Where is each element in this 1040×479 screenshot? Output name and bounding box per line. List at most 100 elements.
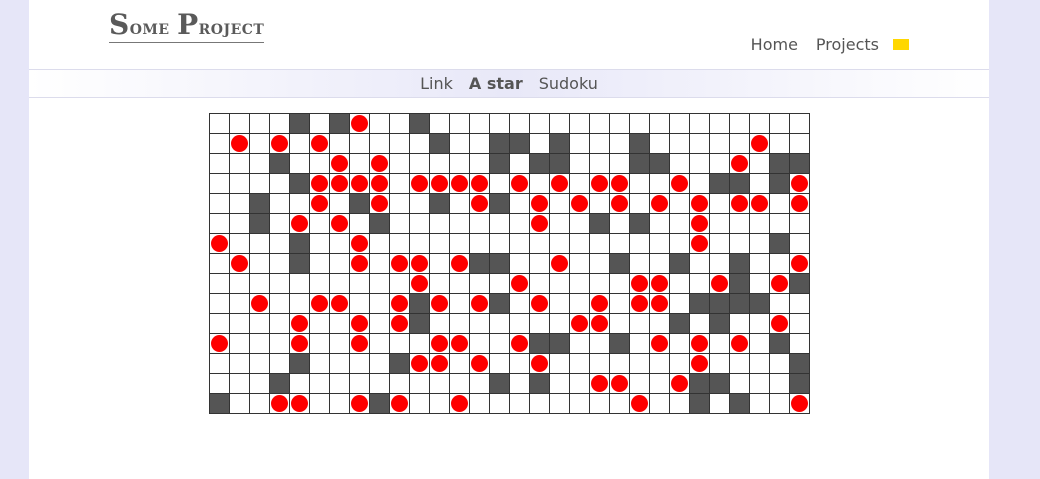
grid-cell-wall[interactable] [790,354,810,374]
grid-cell-empty[interactable] [750,254,770,274]
grid-cell-path[interactable] [790,174,810,194]
grid-cell-wall[interactable] [490,254,510,274]
grid-cell-empty[interactable] [510,314,530,334]
grid-cell-path[interactable] [610,194,630,214]
grid-cell-path[interactable] [350,254,370,274]
grid-cell-wall[interactable] [590,214,610,234]
grid-cell-empty[interactable] [550,354,570,374]
grid-cell-path[interactable] [330,294,350,314]
grid-cell-wall[interactable] [770,234,790,254]
grid-cell-empty[interactable] [510,254,530,274]
grid-cell-wall[interactable] [430,134,450,154]
grid-cell-path[interactable] [730,154,750,174]
grid-cell-empty[interactable] [330,254,350,274]
grid-cell-path[interactable] [650,194,670,214]
grid-cell-empty[interactable] [250,334,270,354]
grid-cell-wall[interactable] [490,194,510,214]
grid-cell-path[interactable] [470,354,490,374]
grid-cell-empty[interactable] [230,274,250,294]
grid-cell-empty[interactable] [550,294,570,314]
grid-cell-empty[interactable] [650,314,670,334]
grid-cell-wall[interactable] [710,174,730,194]
grid-cell-empty[interactable] [530,134,550,154]
grid-cell-path[interactable] [270,134,290,154]
grid-cell-wall[interactable] [770,174,790,194]
grid-cell-empty[interactable] [750,174,770,194]
grid-cell-empty[interactable] [210,134,230,154]
grid-cell-wall[interactable] [490,154,510,174]
grid-cell-wall[interactable] [250,194,270,214]
grid-cell-empty[interactable] [250,314,270,334]
grid-cell-path[interactable] [450,334,470,354]
grid-cell-empty[interactable] [390,174,410,194]
grid-cell-empty[interactable] [670,294,690,314]
grid-cell-empty[interactable] [390,194,410,214]
grid-cell-empty[interactable] [450,354,470,374]
grid-cell-empty[interactable] [270,354,290,374]
grid-cell-wall[interactable] [370,394,390,414]
grid-cell-empty[interactable] [710,114,730,134]
grid-cell-empty[interactable] [410,394,430,414]
grid-cell-path[interactable] [750,194,770,214]
grid-cell-empty[interactable] [650,174,670,194]
grid-cell-empty[interactable] [590,234,610,254]
subnav-link[interactable]: Link [420,74,453,93]
grid-cell-wall[interactable] [670,254,690,274]
grid-cell-empty[interactable] [330,334,350,354]
grid-cell-wall[interactable] [630,134,650,154]
grid-cell-empty[interactable] [730,354,750,374]
grid-cell-empty[interactable] [370,374,390,394]
grid-cell-empty[interactable] [230,334,250,354]
grid-cell-path[interactable] [310,174,330,194]
grid-cell-empty[interactable] [390,154,410,174]
grid-cell-empty[interactable] [350,374,370,394]
grid-cell-path[interactable] [430,174,450,194]
grid-cell-path[interactable] [610,374,630,394]
grid-cell-wall[interactable] [490,134,510,154]
grid-cell-empty[interactable] [750,374,770,394]
grid-cell-path[interactable] [310,194,330,214]
grid-cell-wall[interactable] [210,394,230,414]
grid-cell-empty[interactable] [630,334,650,354]
grid-cell-empty[interactable] [610,294,630,314]
grid-cell-path[interactable] [670,174,690,194]
grid-cell-empty[interactable] [450,234,470,254]
grid-cell-wall[interactable] [330,114,350,134]
grid-cell-path[interactable] [350,234,370,254]
grid-cell-empty[interactable] [310,214,330,234]
grid-cell-path[interactable] [510,174,530,194]
grid-cell-empty[interactable] [650,354,670,374]
grid-cell-empty[interactable] [750,314,770,334]
grid-cell-empty[interactable] [470,134,490,154]
grid-cell-empty[interactable] [390,114,410,134]
grid-cell-wall[interactable] [610,334,630,354]
grid-cell-empty[interactable] [410,374,430,394]
grid-cell-path[interactable] [330,154,350,174]
grid-cell-wall[interactable] [550,134,570,154]
grid-cell-path[interactable] [710,274,730,294]
grid-cell-empty[interactable] [210,154,230,174]
grid-cell-empty[interactable] [450,294,470,314]
grid-cell-wall[interactable] [550,154,570,174]
grid-cell-empty[interactable] [450,194,470,214]
grid-cell-empty[interactable] [570,154,590,174]
grid-cell-path[interactable] [690,194,710,214]
grid-cell-empty[interactable] [530,254,550,274]
nav-projects-link[interactable]: Projects [816,35,879,54]
grid-cell-wall[interactable] [710,374,730,394]
grid-cell-path[interactable] [290,334,310,354]
grid-cell-path[interactable] [790,194,810,214]
grid-cell-empty[interactable] [350,294,370,314]
grid-cell-empty[interactable] [550,314,570,334]
grid-cell-empty[interactable] [470,394,490,414]
grid-cell-empty[interactable] [230,154,250,174]
grid-cell-empty[interactable] [410,154,430,174]
grid-cell-path[interactable] [370,194,390,214]
grid-cell-empty[interactable] [250,134,270,154]
grid-cell-path[interactable] [630,274,650,294]
grid-cell-path[interactable] [210,334,230,354]
grid-cell-path[interactable] [270,394,290,414]
grid-cell-path[interactable] [530,294,550,314]
grid-cell-empty[interactable] [370,334,390,354]
grid-cell-wall[interactable] [530,154,550,174]
